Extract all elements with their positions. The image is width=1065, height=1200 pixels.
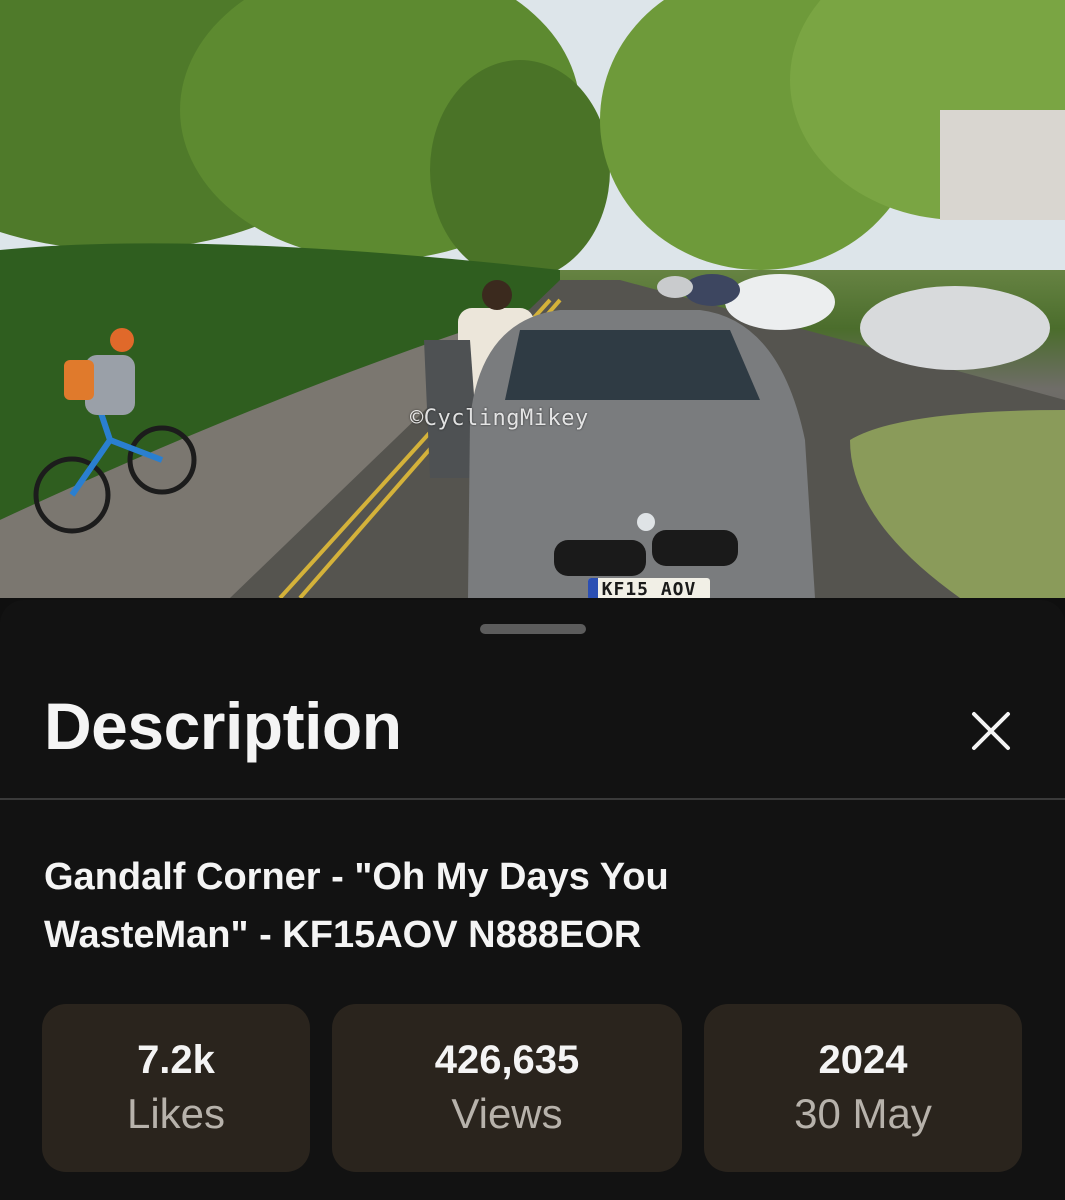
header-divider — [0, 798, 1065, 800]
upload-date-stat: 2024 30 May — [704, 1004, 1022, 1172]
description-panel: Description Gandalf Corner - "Oh My Days… — [0, 600, 1065, 1200]
video-frame — [0, 0, 1065, 598]
video-watermark: ©CyclingMikey — [410, 406, 589, 431]
drag-handle[interactable] — [480, 624, 586, 634]
video-player[interactable]: ©CyclingMikey KF15 AOV — [0, 0, 1065, 598]
likes-stat: 7.2k Likes — [42, 1004, 310, 1172]
upload-year: 2024 — [818, 1038, 908, 1082]
panel-header: Description — [0, 660, 1065, 800]
video-title: Gandalf Corner - "Oh My Days You WasteMa… — [44, 856, 669, 956]
close-button[interactable] — [958, 698, 1024, 764]
likes-label: Likes — [126, 1090, 226, 1137]
likes-count: 7.2k — [137, 1038, 215, 1082]
close-icon — [972, 712, 1010, 750]
stats-row: 7.2k Likes 426,635 Views 2024 30 May — [42, 1004, 1024, 1172]
views-count: 426,635 — [434, 1038, 580, 1082]
views-label: Views — [451, 1090, 563, 1137]
views-stat: 426,635 Views — [332, 1004, 682, 1172]
description-sheet: Description Gandalf Corner - "Oh My Days… — [0, 598, 1065, 1200]
license-plate: KF15 AOV — [588, 578, 710, 598]
panel-title: Description — [44, 689, 402, 763]
upload-date: 30 May — [794, 1090, 932, 1137]
